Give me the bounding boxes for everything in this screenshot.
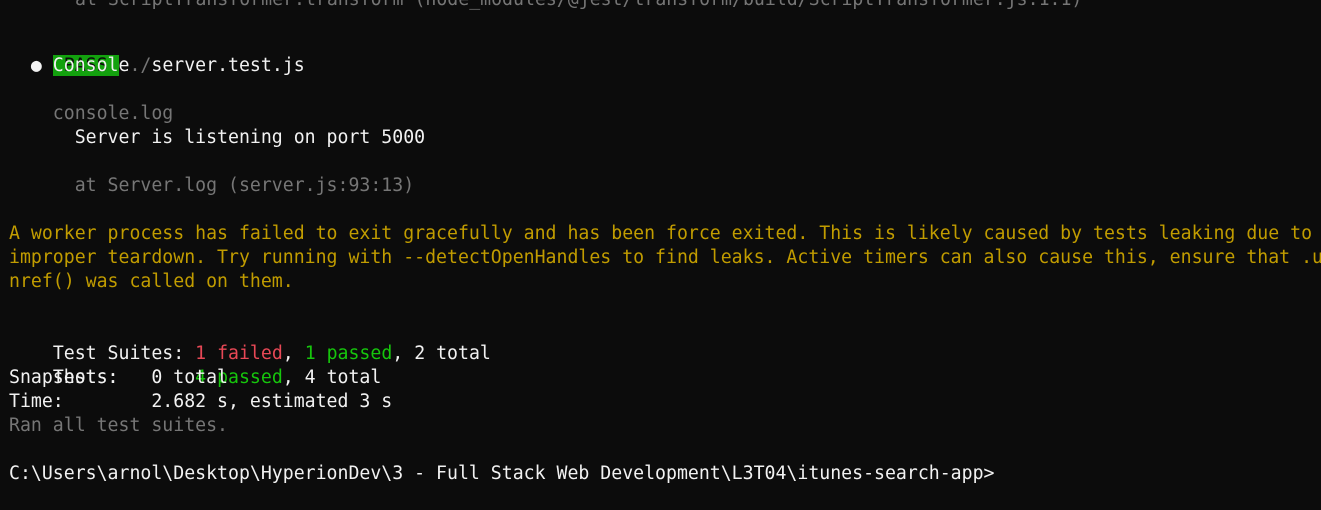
worker-warning-line-2: improper teardown. Try running with --de… — [9, 247, 1321, 268]
command-prompt[interactable]: C:\Users\arnol\Desktop\HyperionDev\3 - F… — [9, 462, 994, 486]
summary-ran-all: Ran all test suites. — [9, 415, 228, 436]
test-file-path-prefix: ./ — [129, 55, 152, 76]
partial-stack-line: at ScriptTransformer.transform (node_mod… — [75, 0, 1082, 12]
summary-tests-total: , 4 total — [282, 367, 382, 388]
worker-warning-line-3: nref() was called on them. — [9, 271, 294, 292]
summary-test-suites: Test Suites: 1 failed, 1 passed, 2 total — [9, 318, 491, 364]
pass-result-line: PASS ./server.test.js — [9, 30, 305, 76]
worker-warning-line-1: A worker process has failed to exit grac… — [9, 223, 1313, 244]
terminal-window[interactable]: at ScriptTransformer.transform (node_mod… — [0, 0, 1321, 510]
summary-snapshots: Snapshots: 0 total — [9, 367, 228, 388]
console-log-location: at Server.log (server.js:93:13) — [9, 175, 415, 196]
console-bullet: ● Console — [9, 55, 130, 76]
console-log-label: console.log — [9, 103, 174, 124]
summary-suites-total: , 2 total — [392, 343, 491, 364]
test-file-name: server.test.js — [151, 55, 305, 76]
summary-tests: Tests: 4 passed, 4 total — [9, 342, 382, 388]
summary-time: Time: 2.682 s, estimated 3 s — [9, 391, 393, 412]
console-log-message: Server is listening on port 5000 — [9, 127, 426, 148]
